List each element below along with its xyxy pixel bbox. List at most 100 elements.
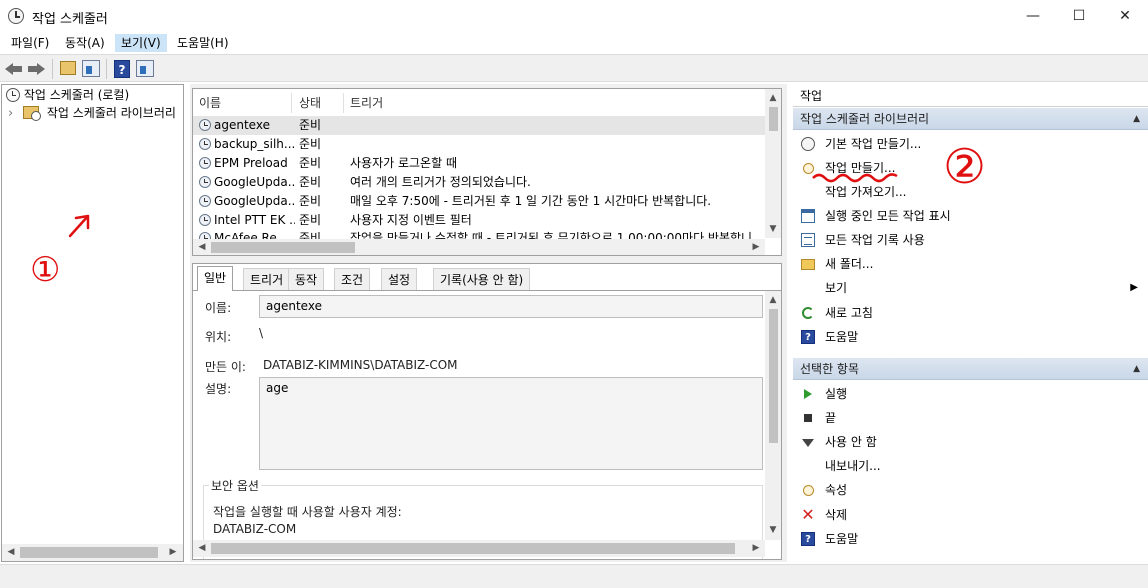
scroll-left-arrow-icon[interactable]: ◀ — [195, 240, 209, 254]
task-row[interactable]: agentexe 준비 — [193, 116, 765, 135]
section-header-selected-item[interactable]: 선택한 항목 ▲ — [793, 358, 1148, 380]
name-field[interactable]: agentexe — [259, 295, 763, 318]
action-properties[interactable]: 속성 — [793, 478, 1148, 502]
task-status: 준비 — [299, 118, 322, 132]
task-row[interactable]: GoogleUpda... 준비 여러 개의 트리거가 정의되었습니다. — [193, 173, 765, 192]
task-icon — [199, 214, 211, 226]
security-account-value: DATABIZ-COM — [213, 522, 297, 536]
task-list-horizontal-scrollbar[interactable]: ◀ ▶ — [193, 239, 765, 255]
section-header-library-label: 작업 스케줄러 라이브러리 — [800, 112, 930, 126]
scrollbar-thumb[interactable] — [769, 107, 778, 131]
task-list: 이름 상태 트리거 agentexe 준비 backup_silh... 준비 … — [192, 88, 782, 256]
column-divider[interactable] — [291, 93, 292, 113]
scroll-up-arrow-icon[interactable]: ▲ — [766, 91, 780, 105]
menu-file[interactable]: 파일(F) — [5, 34, 55, 52]
action-view[interactable]: 보기 ▶ — [793, 276, 1148, 300]
back-arrow-icon[interactable] — [4, 60, 24, 78]
section-header-library[interactable]: 작업 스케줄러 라이브러리 ▲ — [793, 108, 1148, 130]
action-refresh[interactable]: 새로 고침 — [793, 301, 1148, 325]
action-enable-history[interactable]: 모든 작업 기록 사용 — [793, 228, 1148, 252]
scroll-down-arrow-icon[interactable]: ▼ — [766, 222, 780, 236]
task-icon — [199, 195, 211, 207]
task-scheduler-app-icon — [8, 8, 24, 24]
expand-chevron-icon[interactable]: › — [8, 106, 13, 121]
action-new-folder[interactable]: 새 폴더... — [793, 252, 1148, 276]
show-hide-action-pane-icon[interactable] — [136, 60, 154, 77]
stop-icon — [804, 414, 812, 422]
collapse-caret-icon[interactable]: ▲ — [1133, 358, 1140, 380]
scrollbar-thumb[interactable] — [211, 543, 735, 554]
horizontal-scrollbar[interactable]: ◀ ▶ — [2, 544, 183, 561]
tab-general[interactable]: 일반 — [197, 266, 234, 291]
doc-icon — [801, 233, 815, 247]
scrollbar-thumb[interactable] — [769, 309, 778, 443]
help-icon[interactable]: ? — [114, 60, 130, 78]
tree-item-library-label: 작업 스케줄러 라이브러리 — [46, 106, 176, 120]
task-row[interactable]: Intel PTT EK ... 준비 사용자 지정 이벤트 필터 — [193, 211, 765, 230]
column-header-status[interactable]: 상태 — [299, 93, 321, 113]
details-vertical-scrollbar[interactable]: ▲ ▼ — [765, 291, 781, 540]
actions-pane: 작업 작업 스케줄러 라이브러리 ▲ 기본 작업 만들기... 작업 만들기..… — [793, 84, 1148, 562]
author-label: 만든 이: — [205, 360, 246, 374]
scroll-right-arrow-icon[interactable]: ▶ — [749, 541, 763, 555]
clock-plus-icon — [801, 137, 815, 151]
menu-bar: 파일(F) 동작(A) 보기(V) 도움말(H) — [0, 32, 1148, 54]
show-hide-tree-icon[interactable] — [82, 60, 100, 77]
task-list-vertical-scrollbar[interactable]: ▲ ▼ — [765, 89, 781, 238]
task-icon — [199, 138, 211, 150]
action-label: 모든 작업 기록 사용 — [825, 233, 925, 247]
task-status: 준비 — [299, 156, 322, 170]
action-label: 사용 안 함 — [825, 435, 877, 449]
maximize-button[interactable]: ☐ — [1056, 0, 1102, 32]
action-help-selected[interactable]: ? 도움말 — [793, 527, 1148, 551]
action-disable[interactable]: 사용 안 함 — [793, 430, 1148, 454]
tab-actions[interactable]: 동작 — [288, 268, 325, 290]
action-label: 보기 — [825, 281, 848, 295]
close-button[interactable]: ✕ — [1102, 0, 1148, 32]
scroll-right-arrow-icon[interactable]: ▶ — [749, 240, 763, 254]
column-header-name[interactable]: 이름 — [199, 93, 221, 113]
down-arrow-icon — [802, 439, 814, 447]
tab-settings[interactable]: 설정 — [381, 268, 418, 290]
tree-root[interactable]: 작업 스케줄러 (로컬) — [6, 86, 129, 104]
description-field[interactable]: age — [259, 377, 763, 470]
forward-arrow-icon[interactable] — [26, 60, 46, 78]
annotation-two: ② — [943, 139, 987, 195]
column-header-trigger[interactable]: 트리거 — [350, 93, 383, 113]
action-run[interactable]: 실행 — [793, 382, 1148, 406]
task-row[interactable]: backup_silh... 준비 — [193, 135, 765, 154]
scrollbar-thumb[interactable] — [20, 547, 158, 558]
details-horizontal-scrollbar[interactable]: ◀ ▶ — [193, 540, 765, 557]
up-folder-icon[interactable] — [60, 61, 76, 75]
scroll-left-arrow-icon[interactable]: ◀ — [4, 545, 18, 559]
minimize-button[interactable]: — — [1010, 0, 1056, 32]
task-trigger: 사용자 지정 이벤트 필터 — [350, 213, 472, 227]
tab-conditions[interactable]: 조건 — [334, 268, 371, 290]
scroll-up-arrow-icon[interactable]: ▲ — [766, 293, 780, 307]
action-end[interactable]: 끝 — [793, 406, 1148, 430]
scroll-right-arrow-icon[interactable]: ▶ — [166, 545, 180, 559]
action-show-running-tasks[interactable]: 실행 중인 모든 작업 표시 — [793, 204, 1148, 228]
task-status: 준비 — [299, 175, 322, 189]
action-delete[interactable]: ✕ 삭제 — [793, 503, 1148, 527]
scroll-left-arrow-icon[interactable]: ◀ — [195, 541, 209, 555]
task-row[interactable]: EPM Preload 준비 사용자가 로그온할 때 — [193, 154, 765, 173]
scroll-down-arrow-icon[interactable]: ▼ — [766, 523, 780, 537]
tree-item-library[interactable]: › 작업 스케줄러 라이브러리 — [8, 104, 184, 122]
tab-triggers[interactable]: 트리거 — [243, 268, 291, 290]
menu-action[interactable]: 동작(A) — [59, 34, 111, 52]
navigation-tree-pane: 작업 스케줄러 (로컬) › 작업 스케줄러 라이브러리 ① ◀ ▶ — [1, 84, 184, 562]
action-export[interactable]: 내보내기... — [793, 454, 1148, 478]
menu-help[interactable]: 도움말(H) — [171, 34, 235, 52]
action-help[interactable]: ? 도움말 — [793, 325, 1148, 349]
tab-history[interactable]: 기록(사용 안 함) — [433, 268, 531, 290]
collapse-caret-icon[interactable]: ▲ — [1133, 108, 1140, 130]
scrollbar-thumb[interactable] — [211, 242, 355, 253]
task-name: EPM Preload — [214, 156, 288, 170]
action-label: 기본 작업 만들기... — [825, 137, 922, 151]
task-icon — [199, 119, 211, 131]
task-row[interactable]: GoogleUpda... 준비 매일 오후 7:50에 - 트리거된 후 1 … — [193, 192, 765, 211]
menu-view[interactable]: 보기(V) — [115, 34, 167, 52]
column-divider[interactable] — [343, 93, 344, 113]
section-header-selected-item-label: 선택한 항목 — [800, 362, 860, 376]
